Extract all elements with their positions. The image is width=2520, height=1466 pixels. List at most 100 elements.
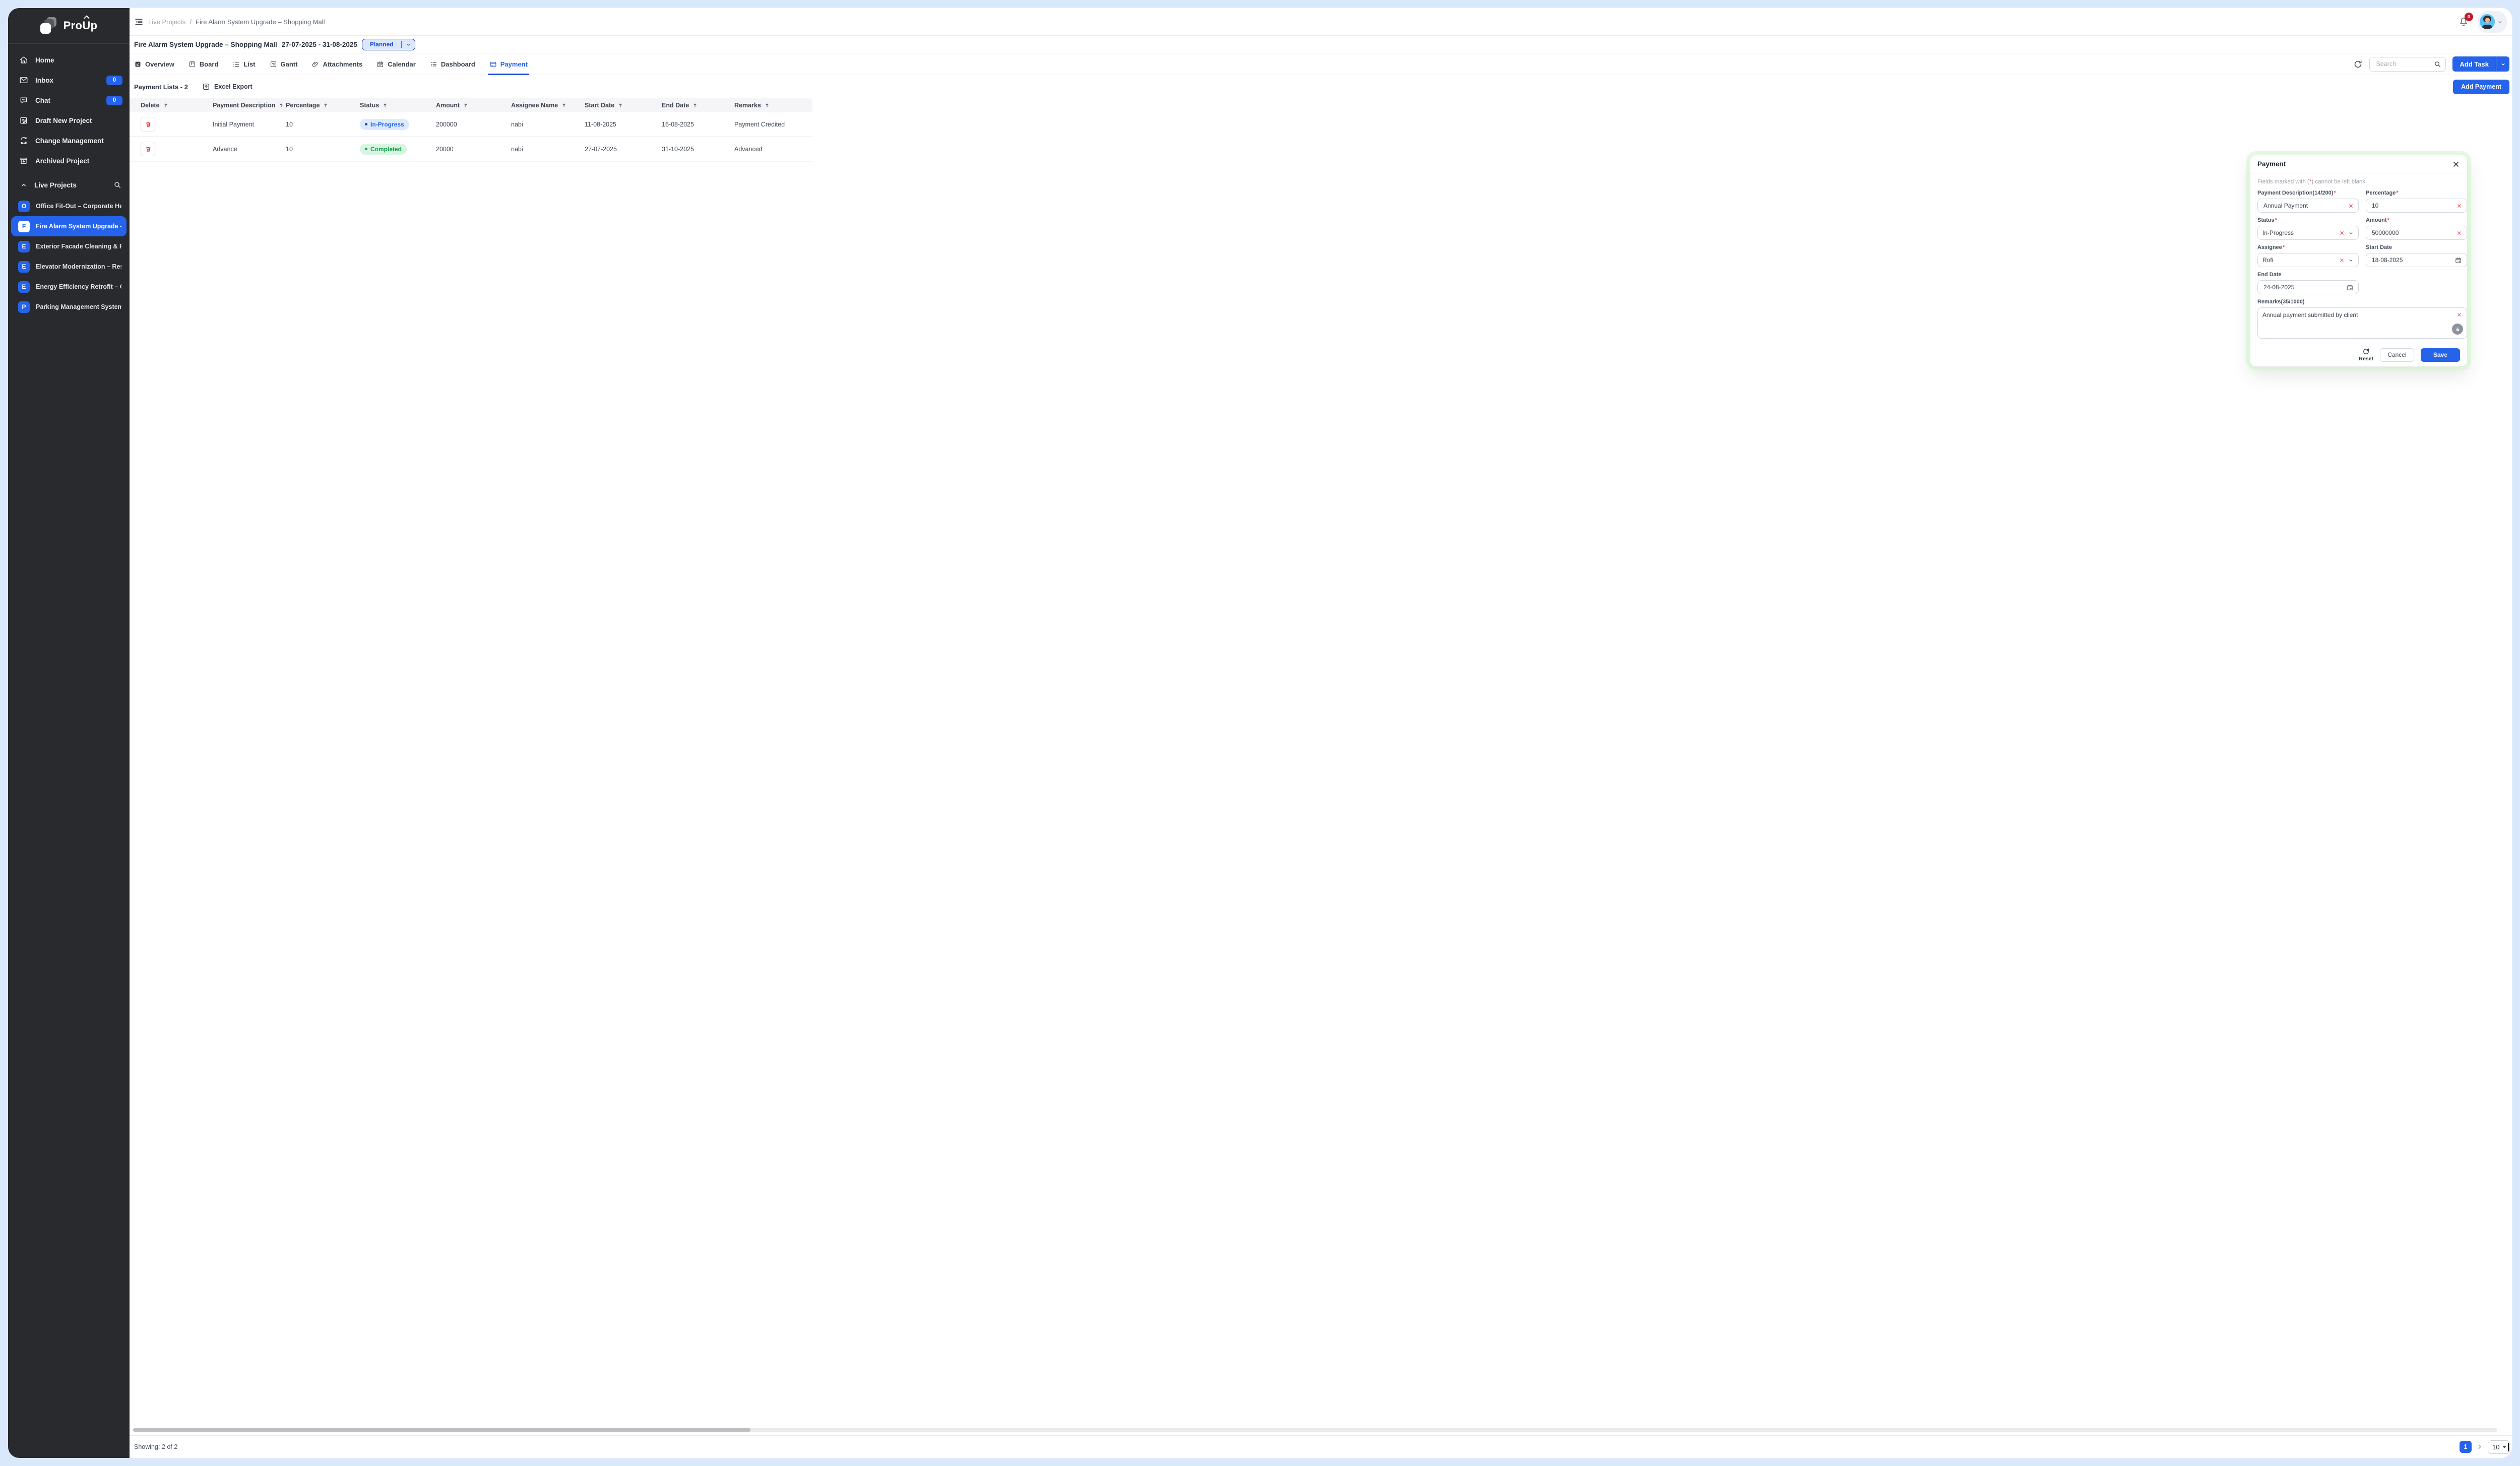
tab-attachments[interactable]: Attachments bbox=[311, 53, 362, 75]
chevron-down-icon[interactable] bbox=[2348, 230, 2354, 236]
user-menu[interactable] bbox=[2478, 11, 2507, 33]
sidebar-item-archived-project[interactable]: Archived Project bbox=[8, 151, 130, 171]
logo-text-u: U bbox=[82, 19, 90, 32]
project-date-range: 27-07-2025 - 31-08-2025 bbox=[282, 41, 357, 48]
amount-input[interactable] bbox=[2371, 229, 2453, 237]
page-size-select[interactable]: 10 bbox=[2488, 1440, 2510, 1454]
sidebar-item-chat[interactable]: Chat 0 bbox=[8, 90, 130, 110]
horizontal-scrollbar[interactable] bbox=[133, 1428, 2497, 1432]
sidebar-project-elevator-modernization[interactable]: E Elevator Modernization – Reside... bbox=[11, 257, 127, 277]
next-page-icon[interactable] bbox=[2476, 1443, 2483, 1450]
calendar-icon[interactable] bbox=[2454, 257, 2462, 264]
tab-calendar[interactable]: Calendar bbox=[376, 53, 416, 75]
clear-icon[interactable] bbox=[2456, 230, 2462, 236]
table-row: Initial Payment 10 In-Progress 200000 na… bbox=[130, 112, 812, 137]
chevron-up-icon[interactable] bbox=[20, 181, 27, 188]
robot-icon bbox=[2454, 326, 2461, 333]
column-header-start-date[interactable]: Start Date bbox=[585, 102, 662, 109]
column-header-end-date[interactable]: End Date bbox=[662, 102, 734, 109]
ai-assistant-button[interactable] bbox=[2452, 324, 2463, 335]
required-asterisk: * bbox=[2283, 244, 2285, 250]
sidebar-collapse-icon[interactable] bbox=[134, 17, 144, 27]
notifications-button[interactable]: 0 bbox=[2458, 15, 2470, 28]
tab-payment[interactable]: Payment bbox=[489, 53, 528, 75]
clear-icon[interactable] bbox=[2456, 203, 2462, 209]
tab-gantt[interactable]: Gantt bbox=[270, 53, 298, 75]
tab-overview[interactable]: Overview bbox=[134, 53, 174, 75]
field-label: End Date bbox=[2257, 272, 2359, 278]
tab-board[interactable]: Board bbox=[188, 53, 219, 75]
sidebar-item-home[interactable]: Home bbox=[8, 50, 130, 70]
column-header-status[interactable]: Status bbox=[360, 102, 436, 109]
add-task-dropdown-button[interactable] bbox=[2496, 56, 2509, 72]
project-initial-badge: O bbox=[18, 201, 30, 212]
search-icon[interactable] bbox=[113, 181, 121, 189]
breadcrumb-section[interactable]: Live Projects bbox=[148, 18, 185, 26]
project-status-dropdown[interactable]: Planned bbox=[362, 39, 415, 50]
sidebar-project-exterior-facade-cleaning[interactable]: E Exterior Facade Cleaning & Repa... bbox=[11, 236, 127, 257]
refresh-icon[interactable] bbox=[2353, 59, 2363, 69]
clear-icon[interactable] bbox=[2339, 230, 2345, 236]
description-input[interactable] bbox=[2262, 202, 2345, 210]
percentage-input[interactable] bbox=[2371, 202, 2453, 210]
tab-dashboard[interactable]: Dashboard bbox=[430, 53, 475, 75]
clear-icon[interactable] bbox=[2339, 258, 2345, 263]
sidebar-project-office-fit-out[interactable]: O Office Fit-Out – Corporate Head... bbox=[11, 196, 127, 216]
page-1-button[interactable]: 1 bbox=[2460, 1441, 2472, 1453]
remarks-textarea[interactable]: Annual payment submitted by client bbox=[2262, 311, 2451, 335]
sidebar-item-change-management[interactable]: Change Management bbox=[8, 131, 130, 151]
amount-cell: 20000 bbox=[436, 146, 511, 153]
note-text: Fields marked with ( bbox=[2257, 179, 2309, 185]
start-date-input[interactable] bbox=[2371, 256, 2451, 264]
add-task-button[interactable]: Add Task bbox=[2452, 56, 2496, 72]
start-date-input-wrap bbox=[2366, 253, 2467, 267]
add-payment-button[interactable]: Add Payment bbox=[2453, 80, 2509, 94]
column-header-percentage[interactable]: Percentage bbox=[286, 102, 360, 109]
assignee-select[interactable]: Rofi bbox=[2257, 253, 2359, 267]
list-icon bbox=[232, 60, 240, 68]
reset-button[interactable]: Reset bbox=[2359, 348, 2373, 362]
sort-asc-icon bbox=[764, 102, 770, 108]
modal-form: Payment Description(14/200)* Percentage* bbox=[2257, 190, 2460, 339]
search-input[interactable] bbox=[2375, 60, 2434, 68]
modal-body: Fields marked with (*) cannot be left bl… bbox=[2250, 173, 2467, 344]
column-header-remarks[interactable]: Remarks bbox=[734, 102, 812, 109]
delete-row-button[interactable] bbox=[141, 142, 155, 156]
project-name: Parking Management System In... bbox=[36, 303, 121, 310]
status-select[interactable]: In-Progress bbox=[2257, 226, 2359, 240]
sidebar-item-draft-new-project[interactable]: Draft New Project bbox=[8, 110, 130, 131]
sort-asc-icon bbox=[463, 102, 469, 108]
sidebar-item-inbox[interactable]: Inbox 0 bbox=[8, 70, 130, 90]
delete-cell bbox=[130, 142, 213, 156]
clear-icon[interactable] bbox=[2456, 312, 2462, 317]
column-header-assignee[interactable]: Assignee Name bbox=[511, 102, 585, 109]
column-header-description[interactable]: Payment Description bbox=[213, 102, 286, 109]
cancel-button[interactable]: Cancel bbox=[2380, 348, 2414, 362]
delete-row-button[interactable] bbox=[141, 117, 155, 132]
sidebar-project-energy-efficiency-retrofit[interactable]: E Energy Efficiency Retrofit – Offic... bbox=[11, 277, 127, 297]
amount-input-wrap bbox=[2366, 226, 2467, 240]
close-icon[interactable] bbox=[2452, 160, 2460, 168]
calendar-icon[interactable] bbox=[2346, 284, 2354, 291]
start-date-cell: 27-07-2025 bbox=[585, 146, 662, 153]
column-header-delete[interactable]: Delete bbox=[130, 102, 213, 109]
save-button[interactable]: Save bbox=[2421, 348, 2460, 362]
column-label: Status bbox=[360, 102, 379, 109]
scrollbar-thumb[interactable] bbox=[133, 1428, 750, 1432]
chevron-down-icon[interactable] bbox=[2348, 258, 2354, 263]
description-cell: Initial Payment bbox=[213, 121, 286, 128]
column-header-amount[interactable]: Amount bbox=[436, 102, 511, 109]
column-label: Percentage bbox=[286, 102, 320, 109]
tab-list[interactable]: List bbox=[232, 53, 255, 75]
end-date-input[interactable] bbox=[2262, 283, 2343, 291]
sidebar-project-fire-alarm-system-upgrade[interactable]: F Fire Alarm System Upgrade – Sh... bbox=[11, 216, 127, 236]
sort-asc-icon bbox=[163, 102, 169, 108]
percentage-cell: 10 bbox=[286, 121, 360, 128]
clear-icon[interactable] bbox=[2348, 203, 2354, 209]
excel-export-button[interactable]: Excel Export bbox=[202, 83, 253, 91]
field-label: Percentage* bbox=[2366, 190, 2467, 196]
attachments-icon bbox=[311, 60, 319, 68]
section-label: Live Projects bbox=[34, 181, 77, 189]
sidebar-project-parking-management-system[interactable]: P Parking Management System In... bbox=[11, 297, 127, 317]
search-icon[interactable] bbox=[2434, 60, 2441, 68]
